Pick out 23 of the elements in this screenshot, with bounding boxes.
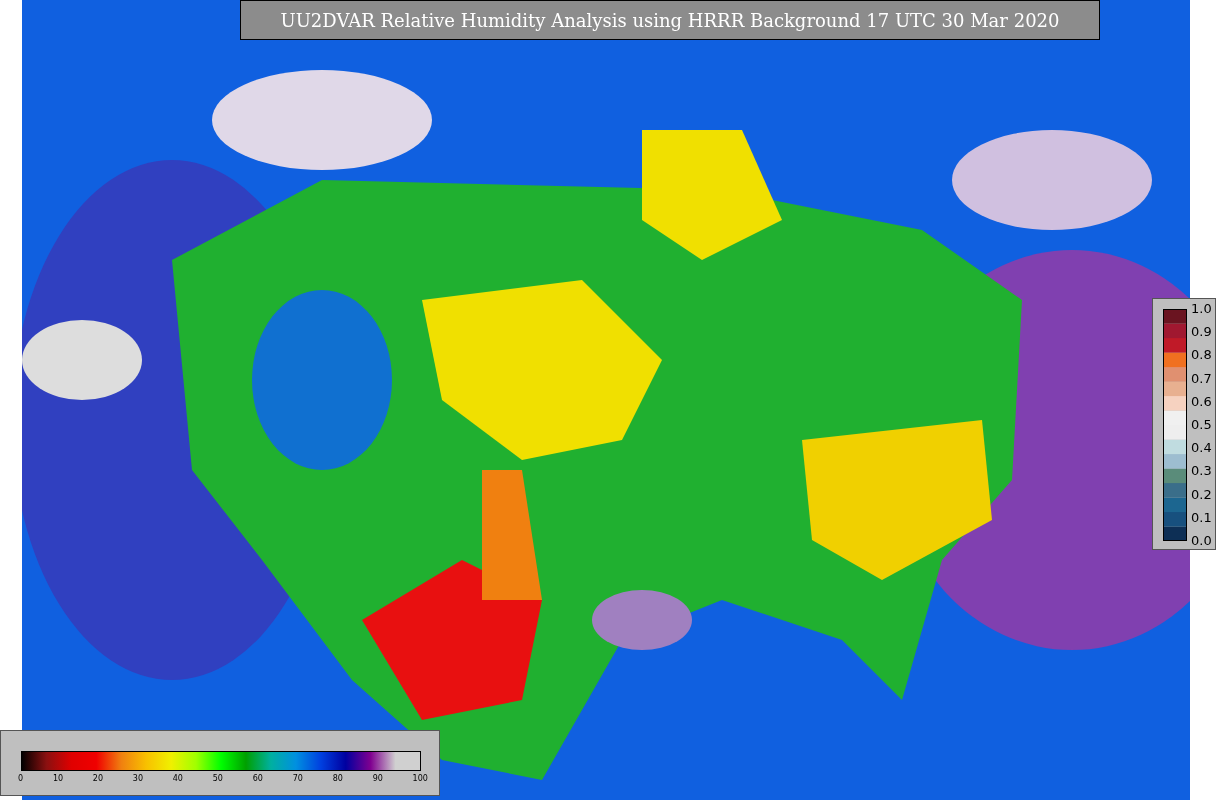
tick-label: 60 bbox=[252, 774, 263, 785]
tick-label: 80 bbox=[332, 774, 343, 785]
tick-label: 0.7 bbox=[1191, 372, 1212, 385]
tick-label: 0.1 bbox=[1191, 511, 1212, 524]
tick-label: 0 bbox=[18, 774, 24, 785]
tick-label: 0.5 bbox=[1191, 418, 1212, 431]
tick-label: 0.8 bbox=[1191, 349, 1212, 362]
tick-label: 1.0 bbox=[1191, 303, 1212, 315]
tick-label: 0.0 bbox=[1191, 534, 1212, 547]
tick-label: 50 bbox=[212, 774, 223, 785]
tick-label: 70 bbox=[292, 774, 303, 785]
map-title: UU2DVAR Relative Humidity Analysis using HRRR Background 17 UTC 30 Mar 2020 bbox=[240, 0, 1100, 40]
tick-label: 0.3 bbox=[1191, 465, 1212, 478]
tick-label: 0.9 bbox=[1191, 326, 1212, 339]
tick-label: 10 bbox=[52, 774, 64, 785]
tick-label: 0.2 bbox=[1191, 488, 1212, 501]
tick-label: 40 bbox=[172, 774, 183, 785]
tick-label: 100 bbox=[412, 774, 428, 785]
tick-label: 90 bbox=[372, 774, 383, 785]
tick-label: 20 bbox=[92, 774, 104, 785]
tick-label: 0.6 bbox=[1191, 395, 1212, 408]
tick-label: 0.4 bbox=[1191, 442, 1212, 455]
tick-label: 30 bbox=[132, 774, 143, 785]
